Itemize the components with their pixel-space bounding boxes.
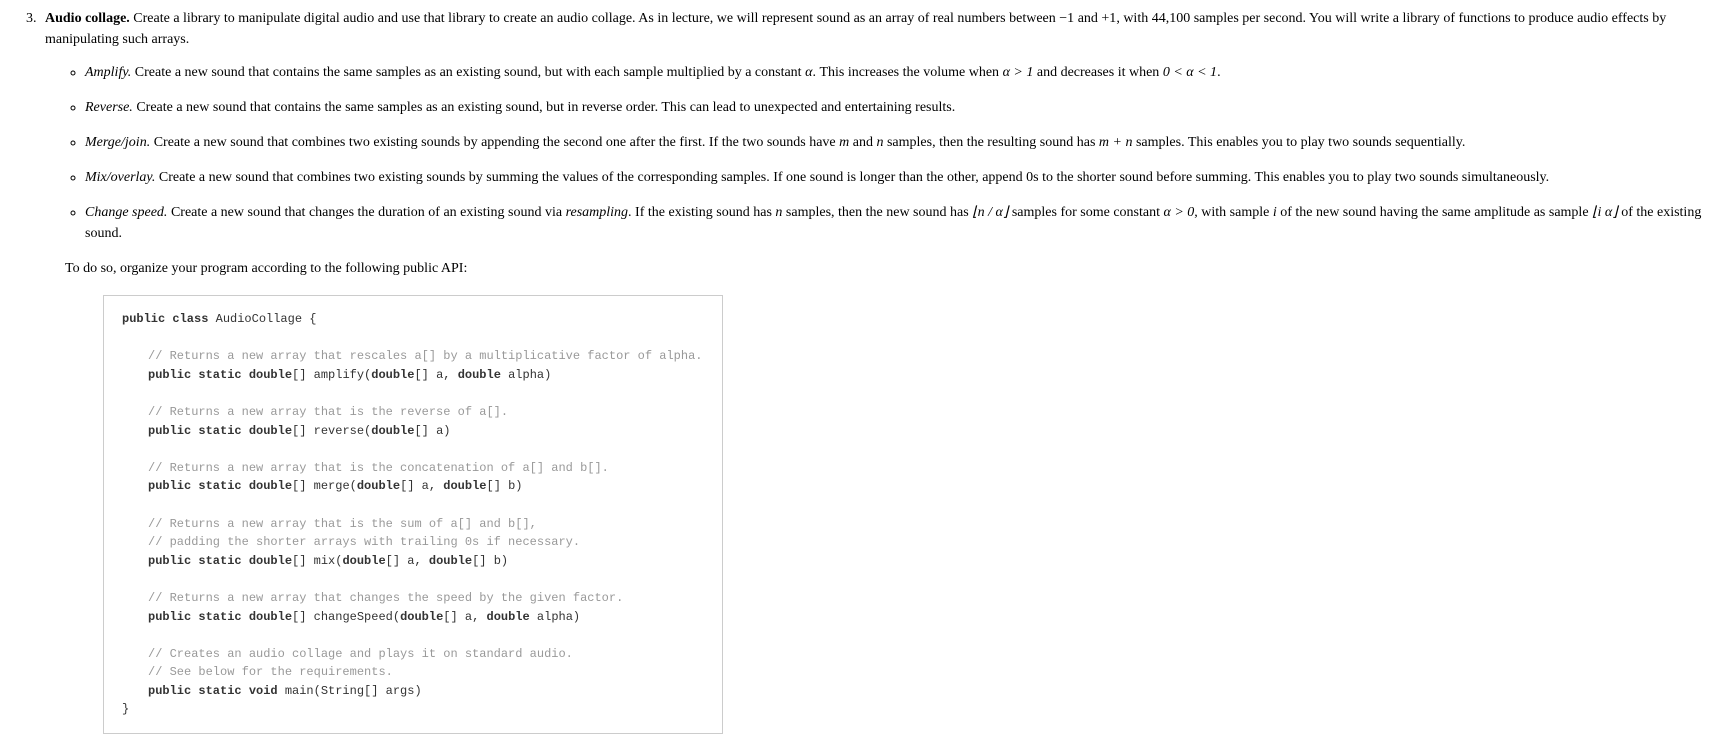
problem-intro: Audio collage. Create a library to manip… [45, 11, 1666, 47]
effect-name: Change speed. [85, 205, 167, 220]
effect-mix: Mix/overlay. Create a new sound that com… [85, 167, 1704, 188]
problem-title: Audio collage. [45, 11, 130, 26]
effect-reverse: Reverse. Create a new sound that contain… [85, 97, 1704, 118]
effect-amplify: Amplify. Create a new sound that contain… [85, 62, 1704, 83]
effect-name: Amplify. [85, 65, 131, 80]
effects-list: Amplify. Create a new sound that contain… [45, 62, 1704, 244]
effect-name: Mix/overlay. [85, 170, 155, 185]
effect-name: Merge/join. [85, 135, 150, 150]
effect-name: Reverse. [85, 100, 133, 115]
effect-changespeed: Change speed. Create a new sound that ch… [85, 202, 1704, 244]
api-code-block: public class AudioCollage { // Returns a… [103, 295, 723, 734]
effect-merge: Merge/join. Create a new sound that comb… [85, 132, 1704, 153]
problem-item: Audio collage. Create a library to manip… [40, 8, 1704, 734]
followup-text: To do so, organize your program accordin… [65, 258, 1704, 279]
problem-list: Audio collage. Create a library to manip… [20, 8, 1704, 734]
